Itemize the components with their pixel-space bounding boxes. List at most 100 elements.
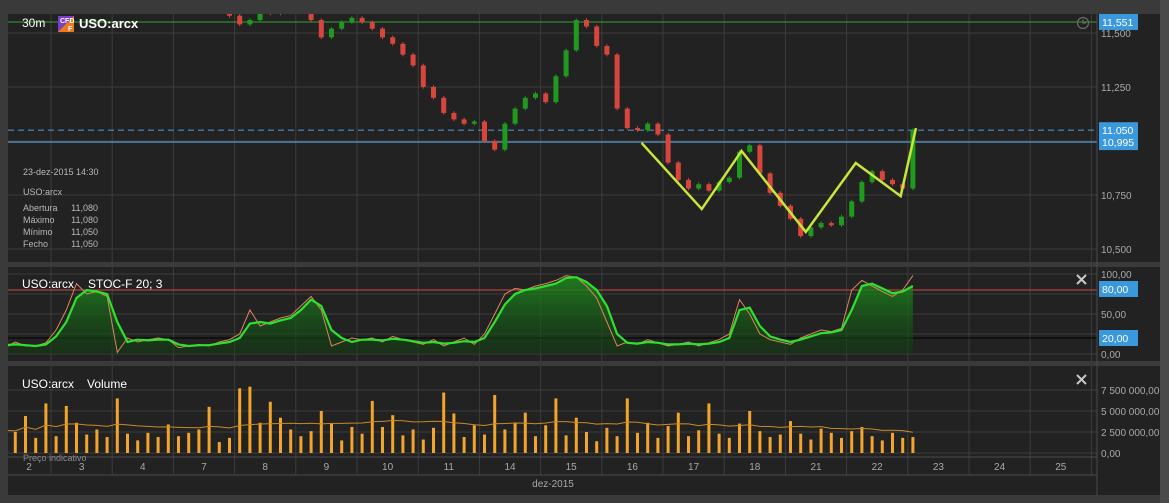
volume-bar: [24, 416, 27, 453]
volume-bar: [758, 431, 762, 453]
info-low-label: Mínimo: [23, 227, 53, 237]
volume-bar: [554, 398, 558, 453]
candle-body: [451, 112, 457, 120]
candle-body: [584, 20, 589, 27]
volume-bar: [54, 436, 58, 453]
x-axis-day-label: 10: [382, 462, 394, 473]
volume-bar: [687, 436, 690, 453]
volume-bar: [432, 427, 435, 453]
candle-body: [359, 17, 365, 23]
volume-bar: [197, 429, 201, 453]
info-high-value: 11,080: [71, 215, 98, 225]
info-high-label: Máximo: [23, 215, 55, 225]
candle-body: [726, 177, 732, 183]
x-axis-day-label: 3: [79, 462, 85, 473]
price-level-tag: 10,995: [1102, 137, 1134, 149]
volume-bar: [350, 426, 354, 453]
volume-bar: [595, 441, 599, 453]
candle-body: [441, 97, 447, 113]
volume-bar: [85, 434, 89, 453]
volume-bar: [95, 429, 99, 453]
volume-bar: [891, 432, 894, 453]
candle-body: [675, 162, 681, 180]
volume-symbol: USO:arcx: [22, 377, 74, 391]
volume-bar: [717, 433, 721, 453]
candle-body: [594, 26, 600, 46]
volume-bar: [829, 432, 833, 453]
volume-bar: [258, 422, 262, 453]
candle-body: [410, 54, 416, 66]
x-axis-day-label: 16: [627, 462, 639, 473]
volume-bar: [289, 429, 293, 453]
volume-bar: [228, 437, 231, 453]
x-axis-day-label: 22: [872, 462, 884, 473]
volume-bar: [666, 426, 670, 453]
volume-bar: [136, 440, 140, 453]
volume-bar: [44, 403, 48, 453]
candle-body: [543, 93, 549, 103]
volume-bar: [75, 422, 78, 453]
x-axis-day-label: 21: [810, 462, 822, 473]
candle-body: [420, 65, 426, 87]
volume-bar: [381, 426, 384, 453]
volume-bar: [330, 423, 333, 453]
volume-bar: [370, 400, 374, 453]
volume-bar: [850, 431, 854, 453]
volume-bar: [615, 436, 619, 453]
price-pane: [8, 14, 1160, 262]
candle-body: [318, 20, 324, 38]
candle-body: [828, 223, 834, 226]
volume-bar: [105, 437, 109, 453]
volume-bar: [809, 439, 813, 453]
candle-body: [471, 121, 477, 124]
interval-label[interactable]: 30m: [22, 16, 45, 30]
volume-bar: [768, 437, 772, 453]
volume-bar: [483, 434, 486, 453]
volume-bar: [462, 437, 466, 453]
volume-indicator-label[interactable]: Volume: [87, 377, 127, 391]
volume-bar: [585, 432, 588, 453]
volume-bar: [901, 437, 905, 453]
volume-bar: [319, 411, 323, 453]
candle-body: [502, 123, 508, 150]
volume-bar: [115, 398, 119, 453]
price-tick-label: 11,250: [1101, 83, 1131, 94]
x-axis-day-label: 18: [749, 462, 761, 473]
candle-body: [492, 141, 498, 150]
chart-window: 11,50011,25010,75010,500100,0050,000,007…: [0, 0, 1169, 503]
x-axis-day-label: 17: [688, 462, 700, 473]
candle-body: [512, 108, 518, 124]
stoch-level-tag: 80,00: [1102, 284, 1128, 296]
stoch-indicator-label[interactable]: STOC-F 20; 3: [88, 277, 163, 291]
volume-tick-label: 7 500 000,00: [1101, 386, 1160, 397]
candle-body: [349, 17, 355, 23]
volume-bar: [656, 437, 660, 453]
cfd-badge-icon: CFD F: [58, 16, 74, 33]
info-open-label: Abertura: [23, 203, 58, 213]
indicative-price-note: Preço indicativo: [23, 453, 87, 463]
volume-bar: [309, 431, 313, 453]
candle-body: [604, 45, 610, 55]
x-axis-day-label: 24: [994, 462, 1006, 473]
stoch-level-tag: 20,00: [1102, 333, 1128, 345]
volume-bar: [248, 386, 252, 453]
volume-bar: [523, 412, 527, 453]
stoch-symbol: USO:arcx: [22, 277, 74, 291]
candle-body: [522, 97, 528, 109]
x-axis-day-label: 7: [201, 462, 207, 473]
price-tick-label: 11,500: [1101, 29, 1131, 40]
stoch-tick-label: 100,00: [1101, 270, 1132, 281]
volume-bar: [840, 437, 843, 453]
volume-bar: [778, 434, 782, 453]
candle-body: [573, 20, 579, 51]
volume-bar: [676, 412, 680, 453]
volume-bar: [187, 432, 191, 453]
x-axis-day-label: 15: [566, 462, 578, 473]
volume-bar: [799, 433, 803, 453]
volume-bar: [442, 392, 446, 453]
price-tick-label: 10,500: [1101, 245, 1132, 256]
candle-body: [686, 179, 691, 189]
volume-bar: [299, 436, 303, 453]
candle-body: [665, 134, 671, 163]
info-symbol: USO:arcx: [23, 187, 63, 197]
